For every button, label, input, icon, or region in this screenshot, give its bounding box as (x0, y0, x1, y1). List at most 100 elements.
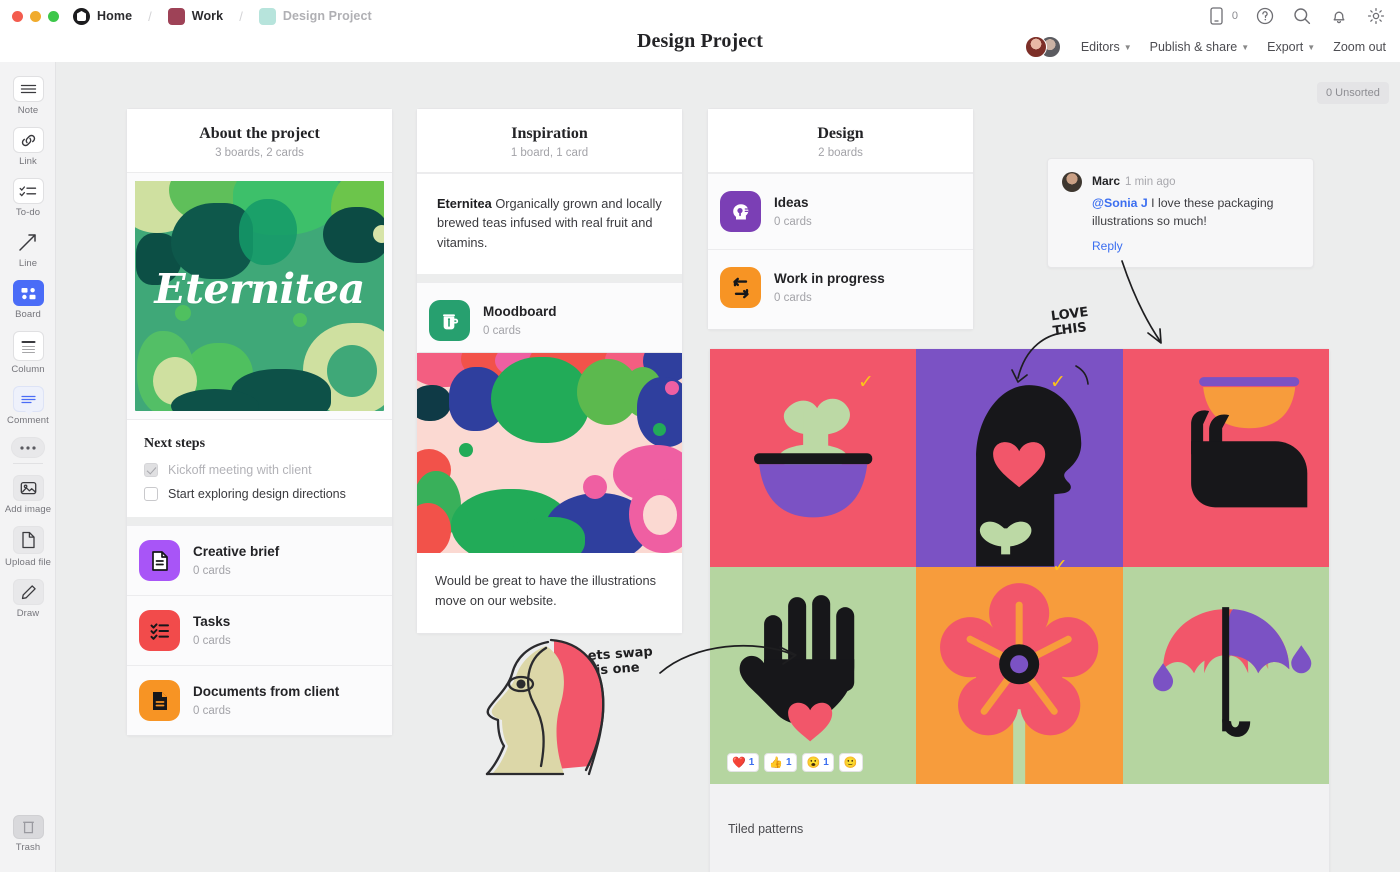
tool-note[interactable]: Note (0, 76, 56, 116)
card-eternitea-note[interactable]: Eternitea Organically grown and locally … (417, 173, 682, 275)
tool-upload-file[interactable]: Upload file (0, 526, 56, 568)
checklist-icon (139, 610, 180, 651)
comment-card[interactable]: Marc 1 min ago @Sonia J I love these pack… (1047, 158, 1314, 268)
comment-reply-button[interactable]: Reply (1092, 239, 1299, 253)
search-icon[interactable] (1292, 6, 1312, 26)
tool-label: Draw (16, 608, 40, 619)
board-item-moodboard[interactable]: Moodboard 0 cards (417, 282, 682, 363)
card-next-steps[interactable]: Next steps Kickoff meeting with client S… (127, 419, 392, 517)
todo-label: Start exploring design directions (168, 487, 346, 501)
tool-todo[interactable]: To-do (0, 178, 56, 218)
todo-label: Kickoff meeting with client (168, 463, 312, 477)
card-abstract-illustration[interactable]: Would be great to have the illustrations… (416, 352, 683, 634)
tool-board[interactable]: Board (0, 280, 56, 320)
reaction-count: 1 (748, 757, 755, 768)
tile-hand-holding-cup[interactable] (1122, 349, 1329, 567)
board-card-count: 0 cards (193, 564, 231, 577)
more-icon (11, 437, 45, 458)
board-item-work-in-progress[interactable]: Work in progress 0 cards (708, 249, 973, 329)
breadcrumb-item-work[interactable]: Work (192, 9, 223, 23)
tool-line[interactable]: Line (0, 229, 56, 269)
surprised-emoji-icon: 😮 (806, 757, 821, 769)
breadcrumb-item-home[interactable]: Home (97, 9, 132, 23)
add-emoji-icon: 🙂 (843, 757, 858, 769)
column-subtitle: 1 board, 1 card (510, 147, 589, 159)
card-tiled-patterns[interactable]: ❤️ 1 👍 1 😮 1 🙂 Tiled patterns ✓ ✓ ✓ (709, 348, 1330, 872)
thumbsup-emoji-icon: 👍 (769, 757, 783, 769)
reaction-thumbsup[interactable]: 👍 1 (764, 753, 797, 772)
tile-card-caption: Tiled patterns (710, 784, 1329, 872)
check-mark-icon: ✓ (1050, 371, 1066, 393)
avatar (1062, 172, 1082, 192)
todo-icon (12, 178, 44, 204)
minimize-window-button[interactable] (30, 10, 41, 22)
checkbox-icon[interactable] (144, 487, 158, 501)
close-window-button[interactable] (12, 10, 23, 22)
mobile-count: 0 (1231, 10, 1238, 22)
comment-meta: Marc 1 min ago (1092, 172, 1299, 190)
folder-swatch-icon (167, 7, 185, 25)
column-about-the-project[interactable]: About the project 3 boards, 2 cards Eter… (126, 108, 393, 736)
window-traffic-lights[interactable] (12, 10, 59, 22)
tool-add-image[interactable]: Add image (0, 475, 56, 515)
reaction-count: 1 (785, 757, 792, 768)
breadcrumb-separator: / (148, 8, 152, 24)
window-titlebar: Home / Work / Design Project 0 (0, 0, 1400, 32)
board-item-tasks[interactable]: Tasks 0 cards (127, 595, 392, 665)
tool-label: Comment (7, 415, 49, 426)
todo-item[interactable]: Kickoff meeting with client (144, 463, 375, 477)
unsorted-badge[interactable]: 0 Unsorted (1317, 82, 1389, 104)
column-title: Design (817, 125, 864, 142)
gear-icon[interactable] (1366, 6, 1386, 26)
board-card-count: 0 cards (483, 324, 521, 337)
mobile-icon[interactable] (1207, 6, 1227, 26)
tool-link[interactable]: Link (0, 127, 56, 167)
tool-draw[interactable]: Draw (0, 579, 56, 619)
comment-icon (12, 386, 44, 415)
column-title: About the project (199, 125, 320, 142)
breadcrumb-item-current: Design Project (282, 9, 372, 23)
sketch-face-profile (485, 638, 605, 776)
toolbar-divider (12, 463, 43, 464)
tool-trash[interactable]: Trash (0, 815, 56, 853)
column-inspiration[interactable]: Inspiration 1 board, 1 card Eternitea Or… (416, 108, 683, 364)
illustration-caption: Would be great to have the illustrations… (417, 553, 682, 633)
card-eternitea-artwork[interactable]: Eternitea (127, 173, 392, 411)
column-subtitle: 2 boards (818, 147, 863, 159)
tool-column[interactable]: Column (0, 331, 56, 375)
editors-button[interactable]: Editors ▼ (1081, 40, 1132, 54)
board-item-creative-brief[interactable]: Creative brief 0 cards (127, 525, 392, 595)
editors-avatars[interactable] (1024, 36, 1063, 58)
note-bold-text: Eternitea (437, 196, 492, 211)
maximize-window-button[interactable] (48, 10, 59, 22)
tool-more[interactable] (0, 437, 56, 458)
link-icon (12, 127, 44, 153)
help-icon[interactable] (1255, 6, 1275, 26)
bell-icon[interactable] (1329, 6, 1349, 26)
tile-flower[interactable] (916, 566, 1123, 784)
reaction-bar[interactable]: ❤️ 1 👍 1 😮 1 🙂 (727, 753, 863, 772)
file-icon (12, 526, 44, 554)
tile-umbrella-rain[interactable] (1122, 566, 1329, 784)
tile-plant-in-bowl[interactable] (710, 349, 917, 567)
breadcrumb-separator: / (239, 8, 243, 24)
board-item-documents-from-client[interactable]: Documents from client 0 cards (127, 665, 392, 735)
checkbox-checked-icon[interactable] (144, 463, 158, 477)
add-reaction-button[interactable]: 🙂 (838, 753, 863, 772)
document-icon (139, 540, 180, 581)
board-canvas[interactable]: 0 Unsorted About the project 3 boards, 2… (56, 62, 1400, 872)
column-header: Design 2 boards (708, 109, 973, 173)
comment-mention[interactable]: @Sonia J (1092, 196, 1148, 210)
tool-comment[interactable]: Comment (0, 386, 56, 426)
reaction-heart[interactable]: ❤️ 1 (727, 753, 760, 772)
board-item-ideas[interactable]: Ideas 0 cards (708, 173, 973, 249)
todo-item[interactable]: Start exploring design directions (144, 487, 375, 501)
export-button[interactable]: Export ▼ (1267, 40, 1315, 54)
left-toolbar: Note Link To-do Line Board Column Commen… (0, 62, 56, 872)
column-design[interactable]: Design 2 boards Ideas 0 cards Work in pr… (707, 108, 974, 330)
heart-emoji-icon: ❤️ (732, 757, 746, 769)
reaction-surprised[interactable]: 😮 1 (801, 753, 834, 772)
home-icon (73, 7, 90, 25)
publish-share-button[interactable]: Publish & share ▼ (1150, 40, 1249, 54)
zoom-out-button[interactable]: Zoom out (1333, 40, 1386, 54)
